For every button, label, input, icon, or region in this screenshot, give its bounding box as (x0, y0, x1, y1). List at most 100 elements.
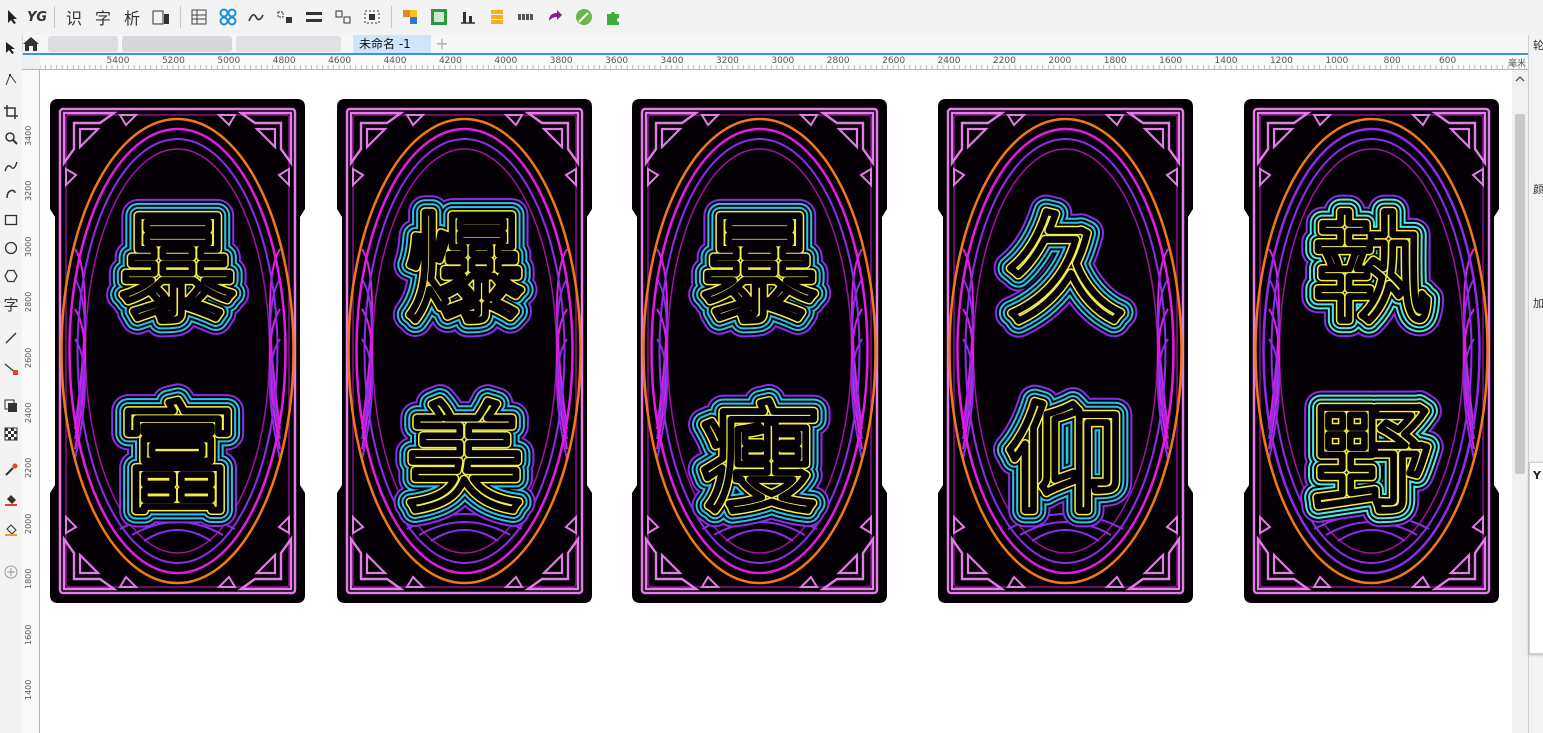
break-icon[interactable] (361, 6, 383, 28)
ruler-label: 2800 (24, 291, 33, 313)
ruler-label: 2800 (826, 56, 850, 66)
redo-style-icon[interactable] (544, 6, 566, 28)
ruler-label: 5000 (217, 56, 241, 66)
ruler-label: 3200 (715, 56, 739, 66)
palette-icon[interactable] (399, 6, 421, 28)
ruler-label: 2400 (24, 402, 33, 423)
docker-label-add: 加 (1533, 297, 1543, 310)
node-edit-icon[interactable] (217, 6, 239, 28)
ruler-label: 3000 (24, 236, 33, 257)
distribute-icon[interactable] (274, 6, 296, 28)
properties-icon[interactable] (150, 6, 172, 28)
rectangle-tool-icon[interactable] (0, 209, 22, 231)
add-tab-button[interactable]: + (433, 36, 451, 52)
picture-frame-icon[interactable] (428, 6, 450, 28)
card-char: 爆 (405, 201, 524, 339)
text-tool-button[interactable]: 字 (0, 293, 22, 315)
ruler-label: 1600 (24, 624, 33, 645)
table-icon[interactable] (188, 6, 210, 28)
polygon-tool-icon[interactable] (0, 265, 22, 287)
ruler-label: 3400 (24, 125, 33, 146)
ruler-label: 3200 (24, 181, 33, 202)
scroll-thumb[interactable] (1515, 114, 1525, 474)
ruler-label: 2000 (1048, 56, 1072, 66)
blurred-tab (236, 36, 341, 52)
text-grid-icon[interactable] (515, 6, 537, 28)
align-bottom-icon[interactable] (457, 6, 479, 28)
align-icon[interactable] (303, 6, 325, 28)
main-toolbar: YG 识 字 析 (0, 0, 1543, 36)
neon-card[interactable]: 久久久久久久久久仰仰仰仰仰仰仰仰 (938, 99, 1193, 603)
order-icon[interactable] (486, 6, 508, 28)
font-button[interactable]: 字 (92, 6, 114, 28)
home-icon[interactable] (22, 36, 40, 52)
pointer-tool-icon[interactable] (2, 6, 24, 28)
ruler-label: 2200 (992, 56, 1016, 66)
ruler-label: 1800 (1103, 56, 1127, 66)
yg-plugin-button[interactable]: YG (26, 6, 48, 28)
card-char: 執 (1312, 201, 1430, 339)
toolbar-separator (391, 6, 392, 28)
ruler-label: 4200 (438, 56, 462, 66)
zoom-tool-icon[interactable] (0, 127, 22, 149)
docker-tab-outline[interactable]: 轮 (1533, 37, 1543, 53)
vertical-scrollbar[interactable] (1512, 70, 1528, 733)
toolbar-separator (54, 6, 55, 28)
neon-card[interactable]: 暴暴暴暴暴暴暴暴富富富富富富富富 (50, 99, 305, 603)
connector-tool-icon[interactable] (0, 357, 22, 379)
blurred-tab (48, 36, 118, 52)
puzzle-icon[interactable] (602, 6, 624, 28)
eyedropper-tool-icon[interactable] (0, 459, 22, 481)
fill-tool-icon[interactable] (0, 489, 22, 511)
card-char: 仰 (1006, 391, 1124, 529)
ruler-label: 2400 (937, 56, 961, 66)
freehand-tool-icon[interactable] (0, 155, 22, 177)
neon-card[interactable]: 執執執執執執執執野野野野野野野野 (1244, 99, 1499, 603)
card-char: 美 (405, 391, 523, 529)
neon-card[interactable]: 爆爆爆爆爆爆爆爆美美美美美美美美 (337, 99, 592, 603)
ruler-label: 2600 (24, 347, 33, 368)
ruler-unit-label: 毫米 (1507, 59, 1526, 69)
artistic-media-icon[interactable] (0, 181, 22, 203)
ruler-origin[interactable] (22, 55, 41, 70)
vertical-ruler[interactable]: 3400 3200 3000 2800 2600 2400 2200 2000 1800 1600… (22, 70, 40, 733)
ruler-label: 3400 (660, 56, 684, 66)
analyze-button[interactable]: 析 (121, 6, 143, 28)
scroll-up-icon[interactable] (1512, 72, 1528, 86)
ruler-label: 5400 (106, 56, 130, 66)
select-tool-icon[interactable] (0, 37, 22, 59)
group-icon[interactable] (332, 6, 354, 28)
ellipse-tool-icon[interactable] (0, 237, 22, 259)
card-char: 暴 (118, 201, 236, 339)
ruler-label: 1800 (24, 568, 33, 590)
ruler-label: 600 (1439, 56, 1457, 66)
card-char: 野 (1312, 391, 1430, 529)
ruler-label: 2000 (24, 513, 33, 534)
blurred-tab (122, 36, 232, 52)
tab-untitled-document[interactable]: 未命名 -1 (353, 35, 431, 53)
ruler-label: 2200 (24, 458, 33, 479)
ruler-label: 1000 (1325, 56, 1349, 66)
crop-tool-icon[interactable] (0, 101, 22, 123)
shape-tool-icon[interactable] (0, 69, 22, 91)
line-tool-icon[interactable] (0, 327, 22, 349)
horizontal-ruler[interactable]: 5400 5200 5000 4800 4600 4400 4200 4000 3800 3600… (40, 55, 1528, 70)
ruler-label: 1400 (24, 679, 33, 700)
shadow-tool-icon[interactable] (0, 395, 22, 417)
ruler-label: 4600 (328, 56, 352, 66)
card-char: 暴 (700, 201, 818, 339)
recognize-button[interactable]: 识 (63, 6, 85, 28)
eyedropper-icon[interactable] (573, 6, 595, 28)
card-char: 久 (1006, 201, 1124, 339)
card-artwork: 爆爆爆爆爆爆爆爆美美美美美美美美 (337, 99, 592, 603)
curve-tool-icon[interactable] (245, 6, 267, 28)
neon-card[interactable]: 暴暴暴暴暴暴暴暴瘦瘦瘦瘦瘦瘦瘦瘦 (632, 99, 887, 603)
docker-popup[interactable]: Y (1529, 462, 1543, 654)
transparency-tool-icon[interactable] (0, 423, 22, 445)
add-tool-icon[interactable] (0, 561, 22, 583)
ruler-label: 1600 (1159, 56, 1183, 66)
ruler-label: 1400 (1214, 56, 1238, 66)
docker-label-color: 颜 (1533, 183, 1543, 196)
ruler-label: 1200 (1269, 56, 1293, 66)
interactive-fill-icon[interactable] (0, 519, 22, 541)
